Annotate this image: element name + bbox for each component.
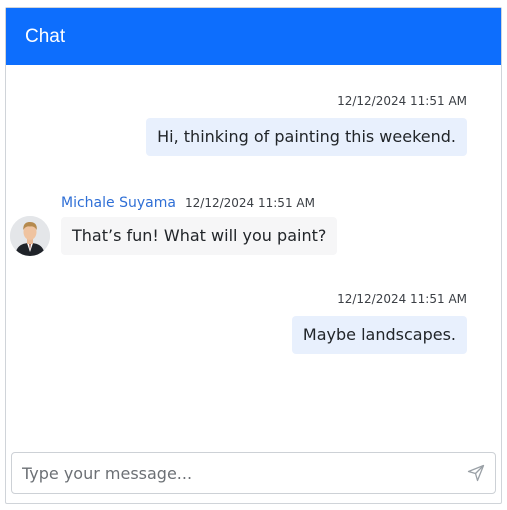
- message-timestamp: 12/12/2024 11:51 AM: [337, 292, 467, 306]
- message-timestamp: 12/12/2024 11:51 AM: [337, 94, 467, 108]
- message-list[interactable]: 12/12/2024 11:51 AM Hi, thinking of pain…: [6, 65, 501, 445]
- message-bubble: Hi, thinking of painting this weekend.: [146, 118, 467, 156]
- chat-title: Chat: [25, 25, 66, 47]
- message-bubble: That’s fun! What will you paint?: [61, 217, 338, 255]
- message-bubble: Maybe landscapes.: [291, 316, 467, 354]
- user-avatar-icon: [10, 216, 50, 256]
- chat-window: Chat 12/12/2024 11:51 AM Hi, thinking of…: [5, 7, 502, 504]
- send-icon[interactable]: [467, 464, 485, 482]
- sender-name: Michale Suyama: [61, 195, 176, 211]
- message-timestamp: 12/12/2024 11:51 AM: [185, 196, 315, 210]
- message-composer: [11, 452, 496, 494]
- chat-header: Chat: [6, 8, 501, 65]
- message-input[interactable]: [12, 453, 452, 493]
- message-meta: Michale Suyama 12/12/2024 11:51 AM: [61, 192, 315, 211]
